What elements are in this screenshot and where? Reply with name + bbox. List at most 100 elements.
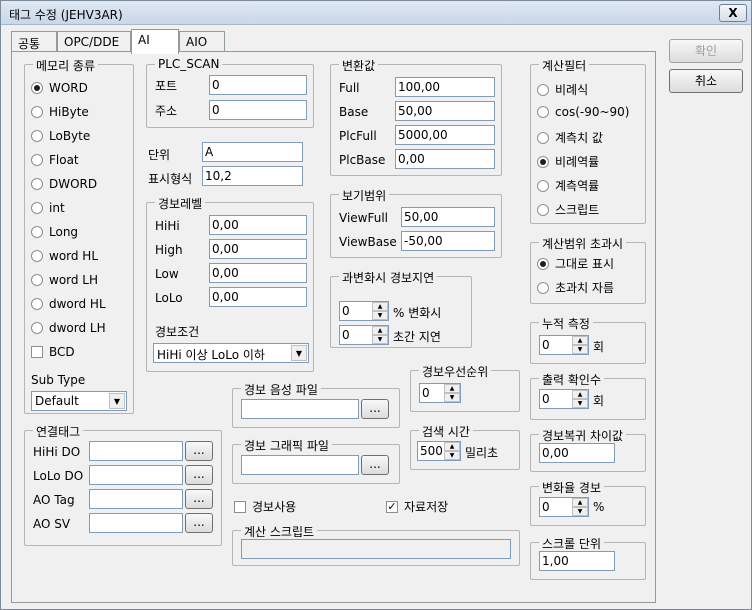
- port-input[interactable]: 0: [209, 75, 307, 95]
- ao-tag-input[interactable]: [89, 489, 183, 509]
- memory-option-int[interactable]: int: [31, 201, 65, 215]
- ao-tag-browse-button[interactable]: ...: [185, 489, 213, 509]
- spin-up-icon[interactable]: ▲: [572, 390, 588, 399]
- alarm-use-checkbox[interactable]: 경보사용: [234, 498, 296, 515]
- memory-option-word-lh[interactable]: word LH: [31, 273, 98, 287]
- tab-opc-dde[interactable]: OPC/DDE: [57, 31, 131, 53]
- alarm-graphic-group: 경보 그래픽 파일 ...: [232, 437, 400, 484]
- memory-option-word[interactable]: WORD: [31, 81, 88, 95]
- accumulate-stepper[interactable]: 0 ▲ ▼: [539, 335, 589, 355]
- calc-range-exceed-group: 계산범위 초과시 그대로 표시 초과치 자름: [530, 235, 646, 304]
- scroll-unit-input[interactable]: 1,00: [539, 551, 615, 571]
- memory-option-float[interactable]: Float: [31, 153, 79, 167]
- spin-up-icon[interactable]: ▲: [372, 326, 388, 335]
- radio-icon: [31, 226, 43, 238]
- plcfull-input[interactable]: 5000,00: [395, 125, 495, 145]
- subtype-select[interactable]: Default ▼: [31, 391, 127, 411]
- spin-down-icon[interactable]: ▼: [444, 451, 460, 460]
- close-button[interactable]: X: [719, 4, 747, 22]
- calc-script-input[interactable]: [241, 539, 511, 559]
- checkbox-icon: [31, 346, 43, 358]
- tab-common[interactable]: 공통: [11, 31, 57, 53]
- spin-up-icon[interactable]: ▲: [572, 336, 588, 345]
- output-confirm-stepper[interactable]: 0 ▲ ▼: [539, 389, 589, 409]
- delay-seconds-stepper[interactable]: 0 ▲ ▼: [339, 325, 389, 345]
- radio-icon: [31, 202, 43, 214]
- viewbase-input[interactable]: -50,00: [401, 231, 495, 251]
- spin-down-icon[interactable]: ▼: [572, 345, 588, 354]
- spin-up-icon[interactable]: ▲: [372, 302, 388, 311]
- tab-ai[interactable]: AI: [131, 29, 179, 54]
- lolo-do-browse-button[interactable]: ...: [185, 465, 213, 485]
- data-save-checkbox[interactable]: ✓ 자료저장: [386, 498, 448, 515]
- ao-sv-input[interactable]: [89, 513, 183, 533]
- filter-option-proportional[interactable]: 비례식: [537, 81, 588, 98]
- base-input[interactable]: 50,00: [395, 101, 495, 121]
- alarm-sound-input[interactable]: [241, 399, 359, 419]
- memory-option-long[interactable]: Long: [31, 225, 78, 239]
- memory-option-dword-hl[interactable]: dword HL: [31, 297, 106, 311]
- filter-option-measured-pf[interactable]: 계측역률: [537, 177, 599, 194]
- checkbox-icon: [234, 500, 246, 513]
- spin-down-icon[interactable]: ▼: [372, 335, 388, 344]
- address-input[interactable]: 0: [209, 100, 307, 120]
- memory-option-word-hl[interactable]: word HL: [31, 249, 98, 263]
- memory-type-group: 메모리 종류 WORD HiByte LoByte Float DWORD in…: [24, 57, 134, 414]
- hihi-do-browse-button[interactable]: ...: [185, 441, 213, 461]
- tab-panel-ai: 메모리 종류 WORD HiByte LoByte Float DWORD in…: [11, 51, 656, 603]
- lolo-input[interactable]: 0,00: [209, 287, 307, 307]
- alarm-graphic-browse-button[interactable]: ...: [361, 455, 389, 475]
- spin-down-icon[interactable]: ▼: [572, 399, 588, 408]
- memory-option-dword-lh[interactable]: dword LH: [31, 321, 106, 335]
- calc-filter-group: 계산필터 비례식 cos(-90~90) 계측치 값 비례역률 계측역률 스크립…: [530, 57, 646, 224]
- spin-up-icon[interactable]: ▲: [572, 498, 588, 507]
- high-input[interactable]: 0,00: [209, 239, 307, 259]
- lolo-do-input[interactable]: [89, 465, 183, 485]
- hihi-do-input[interactable]: [89, 441, 183, 461]
- cancel-button[interactable]: 취소: [669, 69, 743, 93]
- ao-sv-browse-button[interactable]: ...: [185, 513, 213, 533]
- spin-down-icon[interactable]: ▼: [444, 393, 460, 402]
- filter-option-cos[interactable]: cos(-90~90): [537, 105, 629, 119]
- change-rate-stepper[interactable]: 0 ▲ ▼: [539, 497, 589, 517]
- filter-option-proportional-pf[interactable]: 비례역률: [537, 153, 599, 170]
- radio-icon: [31, 130, 43, 142]
- filter-option-measured[interactable]: 계측치 값: [537, 129, 603, 146]
- chevron-down-icon[interactable]: ▼: [109, 393, 125, 409]
- tab-aio[interactable]: AIO: [179, 31, 225, 53]
- full-input[interactable]: 100,00: [395, 77, 495, 97]
- unit-input[interactable]: A: [202, 142, 303, 162]
- alarm-graphic-input[interactable]: [241, 455, 359, 475]
- display-format-input[interactable]: 10,2: [202, 166, 303, 186]
- search-time-stepper[interactable]: 500 ▲ ▼: [417, 441, 461, 461]
- bcd-checkbox[interactable]: BCD: [31, 345, 75, 359]
- memory-option-hibyte[interactable]: HiByte: [31, 105, 89, 119]
- alarm-recover-diff-input[interactable]: 0,00: [539, 443, 615, 463]
- plcbase-input[interactable]: 0,00: [395, 149, 495, 169]
- viewfull-input[interactable]: 50,00: [401, 207, 495, 227]
- spin-down-icon[interactable]: ▼: [572, 507, 588, 516]
- radio-icon: [31, 322, 43, 334]
- memory-option-dword[interactable]: DWORD: [31, 177, 97, 191]
- search-time-title: 검색 시간: [419, 423, 473, 440]
- scroll-unit-group: 스크롤 단위 1,00: [530, 535, 646, 580]
- spin-up-icon[interactable]: ▲: [444, 384, 460, 393]
- ok-button[interactable]: 확인: [669, 39, 743, 63]
- chevron-down-icon[interactable]: ▼: [291, 345, 307, 361]
- alarm-condition-select[interactable]: HiHi 이상 LoLo 이하 ▼: [153, 343, 309, 363]
- low-input[interactable]: 0,00: [209, 263, 307, 283]
- spin-up-icon[interactable]: ▲: [444, 442, 460, 451]
- view-range-group: 보기범위 ViewFull 50,00 ViewBase -50,00: [330, 187, 502, 258]
- change-percent-stepper[interactable]: 0 ▲ ▼: [339, 301, 389, 321]
- radio-icon: [31, 154, 43, 166]
- exceed-option-cut[interactable]: 초과치 자름: [537, 279, 614, 296]
- alarm-sound-browse-button[interactable]: ...: [361, 399, 389, 419]
- change-alarm-delay-group: 과변화시 경보지연 0 ▲ ▼ % 변화시 0 ▲ ▼ 초간 지연: [330, 269, 472, 348]
- exceed-option-show[interactable]: 그대로 표시: [537, 255, 614, 272]
- alarm-priority-stepper[interactable]: 0 ▲ ▼: [419, 383, 461, 403]
- hihi-input[interactable]: 0,00: [209, 215, 307, 235]
- filter-option-script[interactable]: 스크립트: [537, 201, 599, 218]
- change-rate-unit: %: [593, 500, 605, 514]
- memory-option-lobyte[interactable]: LoByte: [31, 129, 90, 143]
- spin-down-icon[interactable]: ▼: [372, 311, 388, 320]
